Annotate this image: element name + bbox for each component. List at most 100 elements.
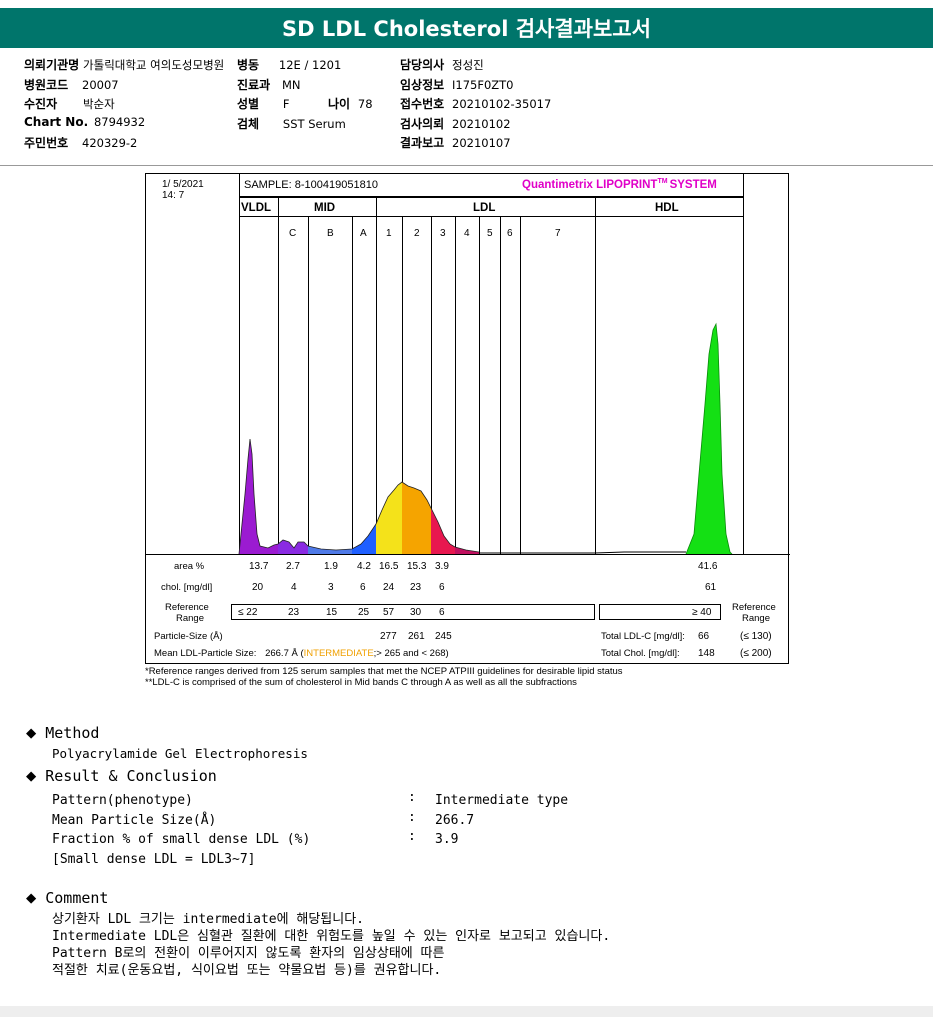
area-ldl2: 15.3 — [407, 561, 427, 572]
area-ldl1: 16.5 — [379, 561, 399, 572]
dept-label: 진료과 — [237, 78, 271, 92]
clinical-row: 임상정보 I175F0ZT0 — [400, 76, 514, 93]
diamond-bullet-icon: ◆ — [26, 888, 37, 908]
clinical-label: 임상정보 — [400, 78, 445, 92]
resident-row: 주민번호 420329-2 — [24, 134, 137, 151]
report-title: SD LDL Cholesterol 검사결과보고서 — [0, 8, 933, 48]
ref-b: 15 — [326, 607, 338, 618]
ldl2-area — [402, 482, 431, 554]
result-row-label: Mean Particle Size(Å) — [52, 813, 217, 828]
doctor-row: 담당의사 정성진 — [400, 56, 484, 73]
hospital-value: 가톨릭대학교 여의도성모병원 — [83, 58, 225, 72]
ref-ldl2: 30 — [410, 607, 422, 618]
diamond-bullet-icon: ◆ — [26, 723, 37, 743]
lipoprint-report: 1/ 5/2021 14: 7 SAMPLE: 8-100419051810 Q… — [145, 173, 790, 664]
request-value: 20210102 — [452, 117, 511, 131]
method-title: Method — [45, 724, 100, 742]
ref-label-right-1: Reference — [732, 602, 776, 613]
ward-label: 병동 — [237, 58, 260, 72]
area-label: area % — [174, 561, 205, 572]
resident-label: 주민번호 — [24, 136, 69, 150]
ref-label-left-2: Range — [176, 613, 204, 624]
ward-row: 병동 12E / 1201 — [237, 56, 341, 73]
resident-value: 420329-2 — [82, 136, 138, 150]
total-ldl-value: 66 — [698, 631, 710, 642]
comment-heading: ◆ Comment — [26, 888, 108, 908]
ref-hdl: ≥ 40 — [692, 607, 712, 618]
result-row-label: Fraction % of small dense LDL (%) — [52, 832, 311, 847]
result-row-label: Pattern(phenotype) — [52, 793, 193, 808]
hospital-label: 의뢰기관명 — [24, 58, 80, 72]
ref-ldl3: 6 — [439, 607, 445, 618]
mean-size-type: INTERMEDIATE — [303, 648, 374, 659]
code-value: 20007 — [82, 78, 119, 92]
code-label: 병원코드 — [24, 78, 69, 92]
receipt-label: 접수번호 — [400, 97, 445, 111]
area-vldl: 13.7 — [249, 561, 269, 572]
age-label: 나이 — [328, 97, 351, 111]
request-label: 검사의뢰 — [400, 117, 445, 131]
chol-b: 3 — [328, 582, 334, 593]
chol-label: chol. [mg/dl] — [161, 582, 213, 593]
diamond-bullet-icon: ◆ — [26, 766, 37, 786]
code-row: 병원코드 20007 — [24, 76, 119, 93]
table-top-line — [146, 554, 790, 555]
report-date-row: 결과보고 20210107 — [400, 134, 511, 151]
result-row-value: 266.7 — [435, 813, 475, 828]
specimen-label: 검체 — [237, 117, 260, 131]
total-chol-ref: (≤ 200) — [740, 648, 772, 659]
result-row-value: Intermediate type — [435, 793, 569, 808]
result-note: [Small dense LDL = LDL3~7] — [52, 852, 256, 867]
sex-label: 성별 — [237, 97, 260, 111]
ref-a: 25 — [358, 607, 370, 618]
area-ldl3: 3.9 — [435, 561, 449, 572]
area-hdl: 41.6 — [698, 561, 718, 572]
ref-c: 23 — [288, 607, 300, 618]
chart-value: 8794932 — [93, 115, 146, 129]
specimen-row: 검체 SST Serum — [237, 115, 346, 132]
chol-hdl: 61 — [705, 582, 717, 593]
doctor-label: 담당의사 — [400, 58, 445, 72]
result-colon: : — [408, 829, 416, 844]
mean-size-label: Mean LDL-Particle Size: — [154, 648, 257, 659]
bottom-strip — [0, 1006, 933, 1017]
chart-label: Chart No. — [24, 115, 89, 129]
total-ldl-ref: (≤ 130) — [740, 631, 772, 642]
total-chol-value: 148 — [698, 648, 715, 659]
result-title: Result & Conclusion — [45, 767, 217, 785]
mean-size-value: 266.7 Å ( — [265, 648, 304, 659]
chol-ldl1: 24 — [383, 582, 395, 593]
report-date-value: 20210107 — [452, 136, 511, 150]
densitometry-chart — [238, 322, 733, 555]
ref-vldl: ≤ 22 — [238, 607, 258, 618]
clinical-value: I175F0ZT0 — [452, 78, 514, 92]
chol-ldl2: 23 — [410, 582, 422, 593]
receipt-value: 20210102-35017 — [452, 97, 552, 111]
particle-ldl1: 277 — [380, 631, 397, 642]
chart-row: Chart No. 8794932 — [24, 115, 145, 129]
patient-value: 박순자 — [82, 97, 115, 111]
ldl1-area — [376, 482, 402, 554]
chol-vldl: 20 — [252, 582, 264, 593]
result-heading: ◆ Result & Conclusion — [26, 766, 217, 786]
report-date-label: 결과보고 — [400, 136, 445, 150]
baseline-trace — [479, 551, 686, 554]
mid-a-area — [352, 524, 376, 554]
total-chol-label: Total Chol. [mg/dl]: — [601, 648, 680, 659]
ref-label-left-1: Reference — [165, 602, 209, 613]
hospital-row: 의뢰기관명 가톨릭대학교 여의도성모병원 — [24, 56, 224, 73]
result-colon: : — [408, 810, 416, 825]
age-row: 나이 78 — [328, 95, 373, 112]
patient-row: 수진자 박순자 — [24, 95, 115, 112]
ref-ldl1: 57 — [383, 607, 395, 618]
chol-a: 6 — [360, 582, 366, 593]
area-b: 1.9 — [324, 561, 338, 572]
comment-line: 적절한 치료(운동요법, 식이요법 또는 약물요법 등)를 권유합니다. — [52, 963, 442, 978]
particle-ldl2: 261 — [408, 631, 425, 642]
area-c: 2.7 — [286, 561, 300, 572]
area-a: 4.2 — [357, 561, 371, 572]
sex-value: F — [282, 97, 290, 111]
specimen-value: SST Serum — [282, 117, 346, 131]
ref-label-right-2: Range — [742, 613, 770, 624]
request-row: 검사의뢰 20210102 — [400, 115, 511, 132]
